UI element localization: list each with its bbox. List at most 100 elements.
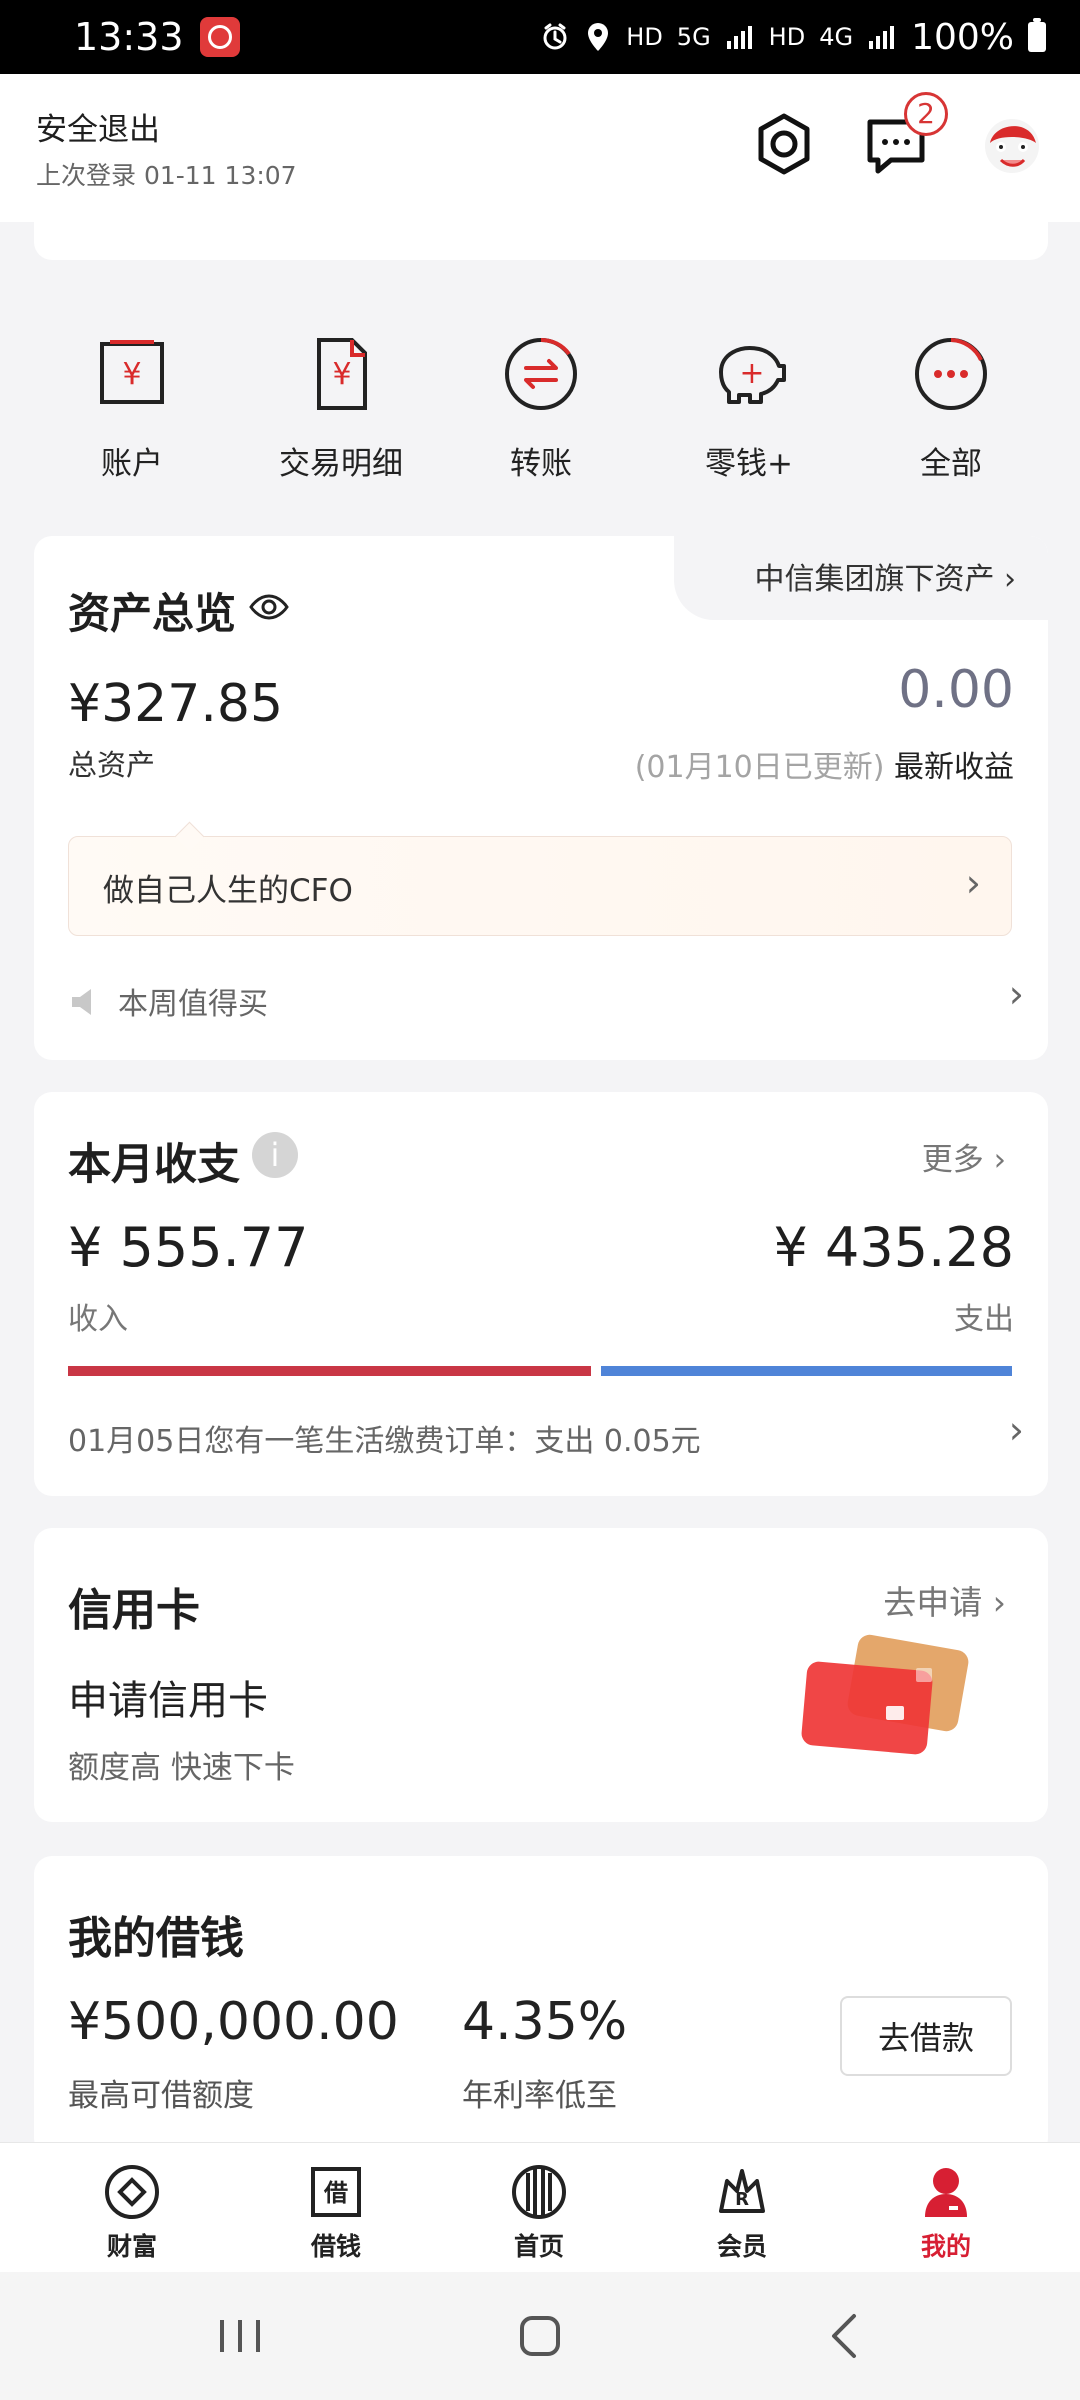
max-loan-amount: ¥500,000.00 bbox=[68, 1992, 399, 2052]
credit-card-illustration bbox=[801, 1634, 969, 1755]
home-button-icon[interactable] bbox=[500, 2306, 580, 2366]
monthly-title: 本月收支 bbox=[68, 1140, 240, 1190]
info-icon[interactable]: i bbox=[252, 1132, 298, 1178]
quick-action-label: 交易明细 bbox=[279, 446, 403, 482]
avatar[interactable] bbox=[976, 108, 1048, 180]
back-icon[interactable] bbox=[806, 2306, 886, 2366]
cfo-banner-text: 做自己人生的CFO bbox=[103, 873, 353, 909]
citic-group-assets-link[interactable]: 中信集团旗下资产 › bbox=[754, 554, 1016, 598]
piggy-bank-plus-mark: + bbox=[739, 356, 764, 391]
quick-action-piggy-bank[interactable]: + 零钱+ bbox=[659, 314, 839, 494]
max-loan-label: 最高可借额度 bbox=[68, 2078, 254, 2114]
alarm-icon bbox=[543, 23, 567, 50]
annual-rate-label: 年利率低至 bbox=[462, 2078, 617, 2114]
home-icon bbox=[512, 2165, 566, 2219]
account-icon: ¥ bbox=[100, 340, 164, 404]
nav-label: 财富 bbox=[106, 2232, 157, 2261]
income-bar bbox=[68, 1366, 591, 1376]
cfo-banner[interactable]: 做自己人生的CFO › bbox=[68, 836, 1012, 936]
monthly-more-link[interactable]: 更多 › bbox=[922, 1134, 1006, 1179]
total-assets-value: ¥327.85 bbox=[68, 674, 284, 734]
annual-rate-value: 4.35% bbox=[462, 1992, 628, 2052]
latest-profit-value: 0.00 bbox=[898, 660, 1014, 720]
apply-credit-card-headline[interactable]: 申请信用卡 bbox=[68, 1668, 268, 1726]
quick-action-account[interactable]: ¥ 账户 bbox=[42, 314, 222, 494]
go-borrow-button[interactable]: 去借款 bbox=[840, 1996, 1012, 2076]
status-right: HD 5G HD 4G 100% bbox=[540, 17, 1046, 58]
monthly-more-label: 更多 bbox=[921, 1142, 984, 1178]
nav-label: 首页 bbox=[513, 2232, 564, 2261]
total-assets-label: 总资产 bbox=[68, 748, 156, 782]
network-hd-label: HD bbox=[626, 23, 663, 51]
account-header: 安全退出 上次登录 01-11 13:07 2 bbox=[0, 74, 1080, 222]
apply-credit-label: 去申请 bbox=[883, 1583, 983, 1622]
my-loan-card: 我的借钱 ¥500,000.00 最高可借额度 4.35% 年利率低至 去借款 bbox=[34, 1856, 1048, 2156]
location-icon bbox=[588, 23, 609, 51]
network-4g-label: 4G bbox=[819, 23, 854, 51]
quick-action-all[interactable]: 全部 bbox=[861, 314, 1041, 494]
income-value: ¥ 555.77 bbox=[68, 1216, 309, 1279]
bottom-navigation: 财富 借 借钱 首页 R 会员 我的 bbox=[0, 2142, 1080, 2273]
apply-credit-link[interactable]: 去申请 › bbox=[883, 1576, 1006, 1624]
credit-card-title: 信用卡 bbox=[68, 1585, 200, 1636]
chevron-right-icon: › bbox=[965, 861, 981, 905]
signal-strength-icon bbox=[726, 26, 752, 49]
quick-actions: ¥ 账户 ¥ 交易明细 转账 + 零钱+ 全部 bbox=[34, 314, 1048, 504]
speaker-icon bbox=[72, 989, 91, 1015]
status-left: 13:33 bbox=[74, 15, 240, 59]
transaction-detail-icon: ¥ bbox=[317, 338, 367, 410]
quick-action-label: 转账 bbox=[510, 446, 572, 482]
status-time: 13:33 bbox=[74, 15, 184, 59]
quick-action-label: 账户 bbox=[101, 446, 163, 482]
chevron-right-icon: › bbox=[1004, 562, 1016, 597]
recent-apps-icon[interactable] bbox=[200, 2306, 280, 2366]
nav-member[interactable]: R 会员 bbox=[682, 2163, 802, 2263]
citic-group-assets-label: 中信集团旗下资产 bbox=[754, 562, 995, 597]
nav-label: 会员 bbox=[716, 2232, 767, 2261]
last-login-text: 上次登录 01-11 13:07 bbox=[36, 161, 297, 190]
chevron-right-icon: › bbox=[992, 1583, 1006, 1622]
quick-action-transaction-detail[interactable]: ¥ 交易明细 bbox=[251, 314, 431, 494]
eye-icon[interactable] bbox=[248, 586, 290, 628]
quick-action-label: 零钱+ bbox=[705, 446, 793, 482]
logout-button[interactable]: 安全退出 bbox=[36, 104, 160, 149]
expense-label: 支出 bbox=[954, 1302, 1014, 1337]
member-icon-letter: R bbox=[735, 2189, 749, 2210]
quick-action-label: 全部 bbox=[920, 446, 982, 482]
life-payment-order-note[interactable]: 01月05日您有一笔生活缴费订单：支出 0.05元 bbox=[68, 1416, 701, 1460]
nav-wealth[interactable]: 财富 bbox=[72, 2163, 192, 2263]
member-icon: R bbox=[719, 2169, 765, 2213]
nav-label: 借钱 bbox=[310, 2232, 361, 2261]
latest-profit-row: (01月10日已更新) 最新收益 bbox=[635, 742, 1014, 786]
battery-icon bbox=[1028, 18, 1046, 52]
nav-borrow[interactable]: 借 借钱 bbox=[276, 2163, 396, 2263]
battery-percentage: 100% bbox=[911, 16, 1014, 58]
transfer-icon bbox=[505, 337, 577, 410]
settings-icon[interactable] bbox=[748, 108, 820, 180]
chevron-right-icon: › bbox=[993, 1142, 1006, 1178]
android-navigation-bar bbox=[0, 2272, 1080, 2400]
signal-strength-icon-second bbox=[869, 26, 895, 49]
income-expense-bar bbox=[68, 1366, 1012, 1376]
nav-home[interactable]: 首页 bbox=[479, 2163, 599, 2263]
more-icon bbox=[915, 338, 987, 410]
message-count-badge: 2 bbox=[904, 92, 948, 136]
weekly-buy-text[interactable]: 本周值得买 bbox=[118, 979, 268, 1023]
wealth-icon bbox=[105, 2165, 159, 2219]
profile-icon bbox=[925, 2168, 967, 2217]
borrow-icon-character: 借 bbox=[323, 2179, 348, 2207]
chevron-right-icon: › bbox=[1008, 1408, 1024, 1452]
account-icon-yen: ¥ bbox=[122, 357, 141, 392]
credit-card-description: 额度高 快速下卡 bbox=[68, 1750, 295, 1786]
asset-overview-title: 资产总览 bbox=[68, 589, 237, 638]
profit-update-date: (01月10日已更新) bbox=[634, 750, 885, 785]
status-bar: 13:33 HD 5G HD 4G 100% bbox=[0, 0, 1080, 74]
quick-action-transfer[interactable]: 转账 bbox=[451, 314, 631, 494]
nav-label: 我的 bbox=[920, 2232, 971, 2261]
nav-profile[interactable]: 我的 bbox=[886, 2163, 1006, 2263]
network-hd-label-second: HD bbox=[768, 23, 806, 51]
monthly-income-expense-card: 本月收支 i 更多 › ¥ 555.77 ¥ 435.28 收入 支出 01月0… bbox=[34, 1092, 1048, 1496]
income-label: 收入 bbox=[68, 1302, 128, 1337]
credit-card-card: 信用卡 去申请 › 申请信用卡 额度高 快速下卡 bbox=[34, 1528, 1048, 1822]
asset-overview-card: 资产总览 中信集团旗下资产 › ¥327.85 总资产 0.00 (01月10日… bbox=[34, 536, 1048, 1060]
